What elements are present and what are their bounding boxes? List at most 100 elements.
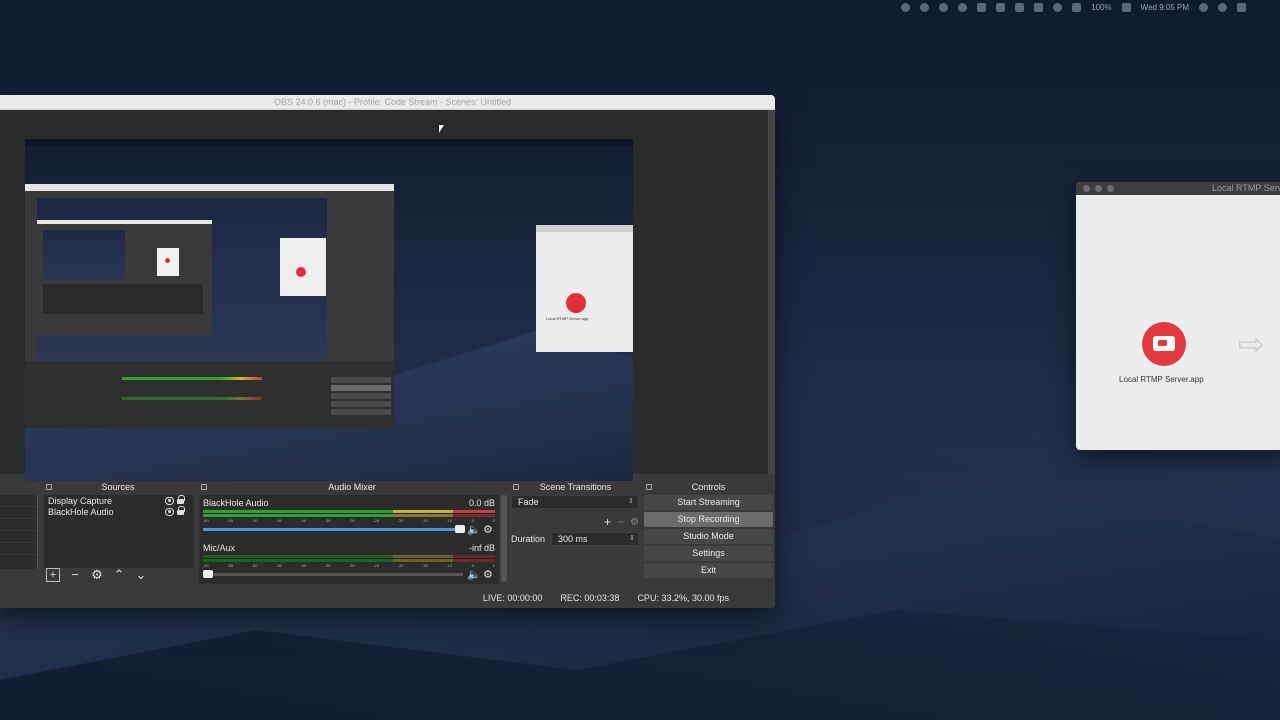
- volume-slider[interactable]: [203, 569, 463, 578]
- nested-preview: [37, 198, 327, 361]
- scene-row[interactable]: [0, 543, 37, 555]
- add-transition-button[interactable]: +: [604, 515, 611, 529]
- duration-spinbox[interactable]: 300 ms ⇕: [551, 532, 639, 546]
- rtmp-title-bar[interactable]: Local RTMP Serv: [1076, 182, 1280, 195]
- preview-area[interactable]: Local RTMP Server.app: [0, 110, 768, 481]
- zoom-button[interactable]: [1107, 185, 1114, 192]
- minimize-button[interactable]: [1095, 185, 1102, 192]
- preview-scrollbar[interactable]: [768, 110, 775, 474]
- speaker-icon[interactable]: 🔈: [467, 568, 481, 581]
- move-down-chevron-icon[interactable]: ⌄: [134, 568, 148, 581]
- gear-icon[interactable]: ⚙: [483, 568, 495, 581]
- scene-row[interactable]: [0, 531, 37, 543]
- eye-icon[interactable]: [165, 507, 174, 516]
- spotlight-icon[interactable]: [1199, 2, 1208, 12]
- source-label: Display Capture: [48, 495, 113, 506]
- scene-row[interactable]: [0, 507, 37, 519]
- meter-yellow-segment: [393, 555, 453, 558]
- mixer-track: Mic/Aux -inf dB -60 -55 -50 -45 -40 -35 …: [203, 543, 495, 581]
- mixer-dock-header[interactable]: Audio Mixer: [197, 482, 507, 493]
- meter-green-segment: [203, 514, 393, 517]
- exit-button[interactable]: Exit: [644, 563, 773, 578]
- obs-status-icon[interactable]: [901, 2, 911, 12]
- start-streaming-button[interactable]: Start Streaming: [644, 495, 773, 510]
- duration-row: Duration 300 ms ⇕: [511, 532, 639, 546]
- lock-icon[interactable]: [177, 506, 185, 515]
- dock-float-icon[interactable]: [513, 484, 519, 490]
- app-icon: [566, 293, 586, 313]
- user-icon[interactable]: [1218, 2, 1227, 12]
- volume-icon[interactable]: [1072, 2, 1082, 12]
- rtmp-app-icon[interactable]: [1142, 322, 1186, 366]
- time-machine-icon[interactable]: [1034, 2, 1044, 12]
- bluetooth-icon[interactable]: [1015, 2, 1025, 12]
- lock-icon[interactable]: [177, 495, 185, 504]
- source-properties-gear-icon[interactable]: ⚙: [90, 568, 104, 581]
- duration-label: Duration: [511, 534, 546, 544]
- studio-mode-button[interactable]: Studio Mode: [644, 529, 773, 544]
- scene-row[interactable]: [0, 495, 37, 507]
- app-icon: [296, 267, 306, 277]
- obs-title-bar[interactable]: OBS 24.0.6 (mac) - Profile: Code Stream …: [0, 95, 775, 110]
- remove-source-button[interactable]: −: [68, 568, 82, 581]
- mixer-scrollbar[interactable]: [501, 495, 507, 582]
- sources-dock: Sources Display Capture BlackHole Audio …: [42, 482, 194, 584]
- mirror-icon[interactable]: [958, 2, 968, 12]
- sources-dock-header[interactable]: Sources: [42, 482, 194, 493]
- transition-select[interactable]: Fade ⇕: [511, 495, 639, 509]
- tick-label: -25: [373, 563, 380, 568]
- volume-slider[interactable]: [203, 524, 465, 533]
- nested-obs-capture: [25, 184, 394, 428]
- dock-float-icon[interactable]: [646, 484, 652, 490]
- stop-recording-button[interactable]: Stop Recording: [644, 512, 773, 527]
- globe-icon[interactable]: [920, 2, 930, 12]
- source-item[interactable]: BlackHole Audio: [44, 506, 194, 517]
- dock-float-icon[interactable]: [201, 484, 207, 490]
- docks-row: Sources Display Capture BlackHole Audio …: [0, 482, 775, 584]
- meter-green-segment: [203, 510, 393, 513]
- preview-rtmp-label: Local RTMP Server.app: [546, 316, 589, 321]
- nested-docks-level3: [43, 284, 203, 314]
- move-up-chevron-icon[interactable]: ⌃: [112, 568, 126, 581]
- audio-mixer-dock: Audio Mixer BlackHole Audio 0.0 dB -60 -…: [197, 482, 507, 584]
- close-button[interactable]: [1083, 185, 1090, 192]
- battery-icon[interactable]: [1121, 2, 1131, 12]
- transitions-dock-header[interactable]: Scene Transitions: [509, 482, 642, 493]
- notification-center-icon[interactable]: [1237, 2, 1246, 12]
- speaker-icon[interactable]: 🔈: [467, 523, 481, 536]
- menubar-clock[interactable]: Wed 9:05 PM: [1141, 3, 1189, 12]
- sync-icon[interactable]: [939, 2, 949, 12]
- updown-chevron-icon[interactable]: ⇕: [629, 533, 635, 545]
- source-item[interactable]: Display Capture: [44, 495, 194, 506]
- rec-timer: REC: 00:03:38: [560, 592, 620, 603]
- volume-slider-knob[interactable]: [203, 569, 213, 578]
- meter-green-segment: [203, 559, 393, 562]
- transition-gear-icon[interactable]: ⚙: [630, 517, 639, 528]
- dropbox-icon[interactable]: [977, 2, 987, 12]
- add-source-button[interactable]: +: [46, 568, 60, 582]
- program-preview[interactable]: Local RTMP Server.app: [25, 139, 633, 481]
- tick-label: -15: [421, 563, 428, 568]
- scenes-list[interactable]: [0, 495, 38, 569]
- duration-value: 300 ms: [558, 534, 588, 544]
- tick-label: -55: [227, 518, 234, 523]
- scene-row[interactable]: [0, 519, 37, 531]
- remove-transition-button[interactable]: −: [617, 515, 624, 529]
- settings-button[interactable]: Settings: [644, 546, 773, 561]
- controls-dock-header[interactable]: Controls: [642, 482, 775, 493]
- wifi-icon[interactable]: [1053, 2, 1063, 12]
- gear-icon[interactable]: ⚙: [483, 523, 495, 536]
- battery-percent[interactable]: 100%: [1091, 3, 1111, 12]
- volume-slider-knob[interactable]: [455, 524, 465, 533]
- controls-panel: Start Streaming Stop Recording Studio Mo…: [644, 495, 773, 580]
- sources-list[interactable]: Display Capture BlackHole Audio: [44, 495, 194, 568]
- nested-meter: [122, 397, 262, 400]
- eye-icon[interactable]: [165, 496, 174, 505]
- display-icon[interactable]: [996, 2, 1006, 12]
- dock-float-icon[interactable]: [46, 484, 52, 490]
- tick-label: -30: [348, 563, 355, 568]
- volume-meter: [203, 555, 495, 562]
- meter-yellow-segment: [393, 559, 453, 562]
- obs-window: OBS 24.0.6 (mac) - Profile: Code Stream …: [0, 95, 775, 608]
- nested-preview-level3: [43, 230, 125, 280]
